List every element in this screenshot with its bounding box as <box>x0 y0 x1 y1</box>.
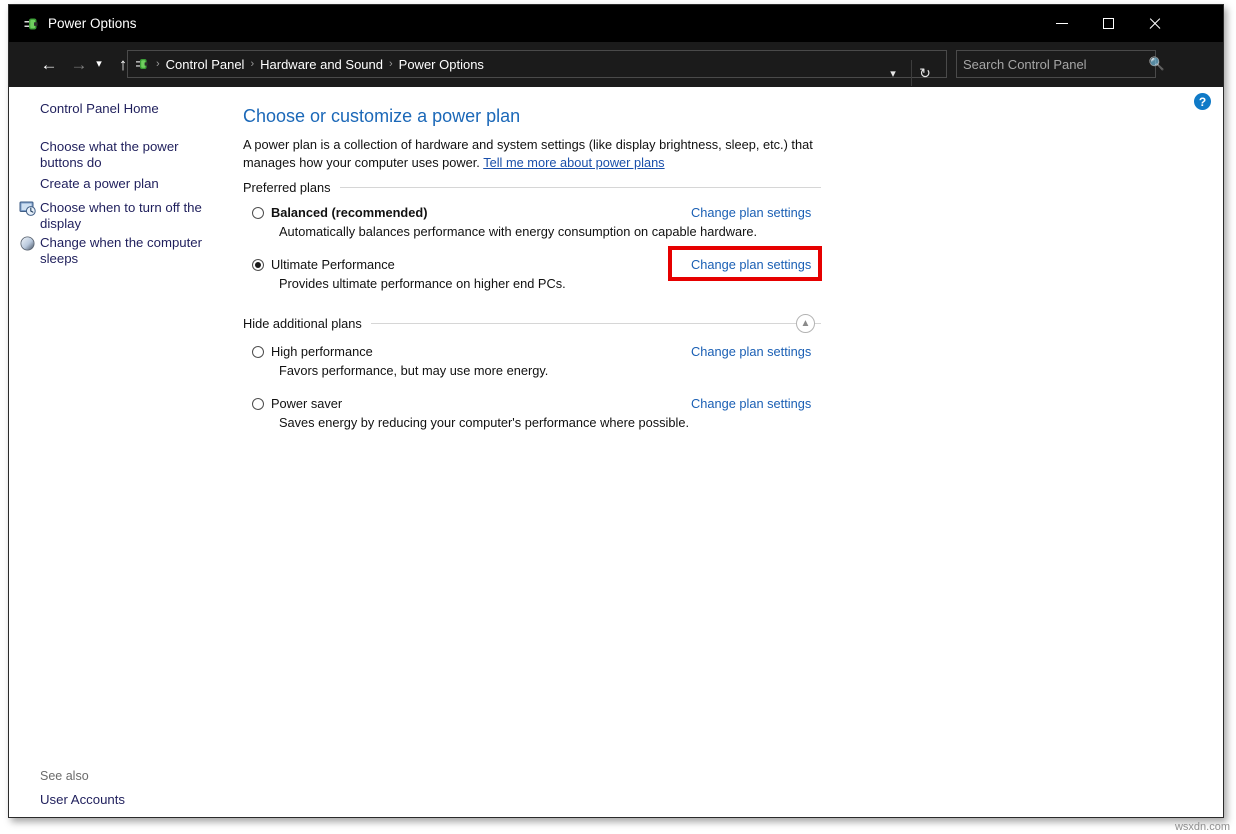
display-icon <box>19 200 36 217</box>
radio-power-saver[interactable] <box>252 398 264 410</box>
section-header-preferred-plans: Preferred plans <box>243 179 821 196</box>
search-input[interactable] <box>957 57 1145 72</box>
back-button[interactable]: ← <box>35 50 63 78</box>
maximize-icon <box>1103 18 1114 29</box>
site-credit-watermark: wsxdn.com <box>1175 821 1230 833</box>
address-bar: ← → ▾ ↑ <box>9 42 1223 87</box>
see-also-heading: See also <box>40 769 89 783</box>
radio-ultimate-performance[interactable] <box>252 259 264 271</box>
plan-name: Ultimate Performance <box>271 257 395 273</box>
chevron-up-icon: ▲ <box>801 318 811 329</box>
search-box[interactable]: 🔍 <box>956 50 1156 78</box>
change-plan-settings-link-power-saver[interactable]: Change plan settings <box>691 396 811 412</box>
plan-description: Automatically balances performance with … <box>279 224 757 240</box>
breadcrumb-separator-1: › <box>247 58 257 70</box>
radio-balanced[interactable] <box>252 207 264 219</box>
collapse-additional-plans-button[interactable]: ▲ <box>796 314 815 333</box>
page-title: Choose or customize a power plan <box>243 105 520 127</box>
plan-name: High performance <box>271 344 373 360</box>
breadcrumb-item-power-options[interactable]: Power Options <box>396 57 487 72</box>
refresh-button[interactable]: ↻ <box>911 60 938 86</box>
radio-high-performance[interactable] <box>252 346 264 358</box>
plan-name: Balanced (recommended) <box>271 205 427 221</box>
section-label: Hide additional plans <box>243 316 371 331</box>
breadcrumb-item-hardware-and-sound[interactable]: Hardware and Sound <box>257 57 386 72</box>
breadcrumb-dropdown-button[interactable]: ▾ <box>882 60 904 86</box>
breadcrumb-item-control-panel[interactable]: Control Panel <box>163 57 248 72</box>
refresh-icon: ↻ <box>919 65 931 82</box>
close-icon <box>1148 17 1161 30</box>
breadcrumb-separator-2: › <box>386 58 396 70</box>
content-area: Control Panel Home Choose what the power… <box>9 87 1223 817</box>
plan-name: Power saver <box>271 396 342 412</box>
breadcrumb-separator-0: › <box>153 58 163 70</box>
sidebar-item-control-panel-home[interactable]: Control Panel Home <box>40 101 216 117</box>
section-header-hide-additional-plans[interactable]: Hide additional plans <box>243 315 821 332</box>
plan-description: Saves energy by reducing your computer's… <box>279 415 689 431</box>
sidebar-item-user-accounts[interactable]: User Accounts <box>40 792 125 807</box>
chevron-down-icon: ▾ <box>890 67 896 80</box>
tell-me-more-link[interactable]: Tell me more about power plans <box>483 155 664 170</box>
chevron-down-icon: ▾ <box>96 59 102 70</box>
minimize-icon <box>1056 23 1068 24</box>
sidebar-item-choose-power-buttons[interactable]: Choose what the power buttons do <box>40 139 216 171</box>
power-plug-icon <box>22 15 40 33</box>
section-label: Preferred plans <box>243 180 340 195</box>
change-plan-settings-link-balanced[interactable]: Change plan settings <box>691 205 811 221</box>
screenshot-root: Power Options ← → ▾ ↑ <box>0 0 1236 834</box>
breadcrumb-power-plug-icon <box>134 56 150 72</box>
search-icon: 🔍 <box>1145 56 1169 72</box>
help-button[interactable]: ? <box>1194 93 1211 110</box>
main-pane: ? Choose or customize a power plan A pow… <box>231 87 1223 817</box>
sidebar-item-computer-sleeps[interactable]: Change when the computer sleeps <box>40 235 216 267</box>
plan-description: Favors performance, but may use more ene… <box>279 363 548 379</box>
arrow-left-icon: ← <box>41 56 58 73</box>
arrow-up-icon: ↑ <box>119 56 128 73</box>
section-divider <box>340 187 822 188</box>
title-bar: Power Options <box>9 5 1223 42</box>
section-divider <box>371 323 821 324</box>
sidebar: Control Panel Home Choose what the power… <box>9 87 231 817</box>
breadcrumb[interactable]: › Control Panel › Hardware and Sound › P… <box>127 50 947 78</box>
minimize-button[interactable] <box>1039 5 1085 41</box>
sleep-moon-icon <box>19 235 36 252</box>
close-button[interactable] <box>1131 5 1177 41</box>
page-description: A power plan is a collection of hardware… <box>243 136 833 172</box>
power-options-window: Power Options ← → ▾ ↑ <box>8 4 1224 818</box>
maximize-button[interactable] <box>1085 5 1131 41</box>
sidebar-item-turn-off-display[interactable]: Choose when to turn off the display <box>40 200 216 232</box>
sidebar-item-create-a-power-plan[interactable]: Create a power plan <box>40 176 216 192</box>
window-title: Power Options <box>48 15 137 33</box>
change-plan-settings-link-high-performance[interactable]: Change plan settings <box>691 344 811 360</box>
plan-description: Provides ultimate performance on higher … <box>279 276 566 292</box>
change-plan-settings-link-ultimate-performance[interactable]: Change plan settings <box>691 257 811 273</box>
